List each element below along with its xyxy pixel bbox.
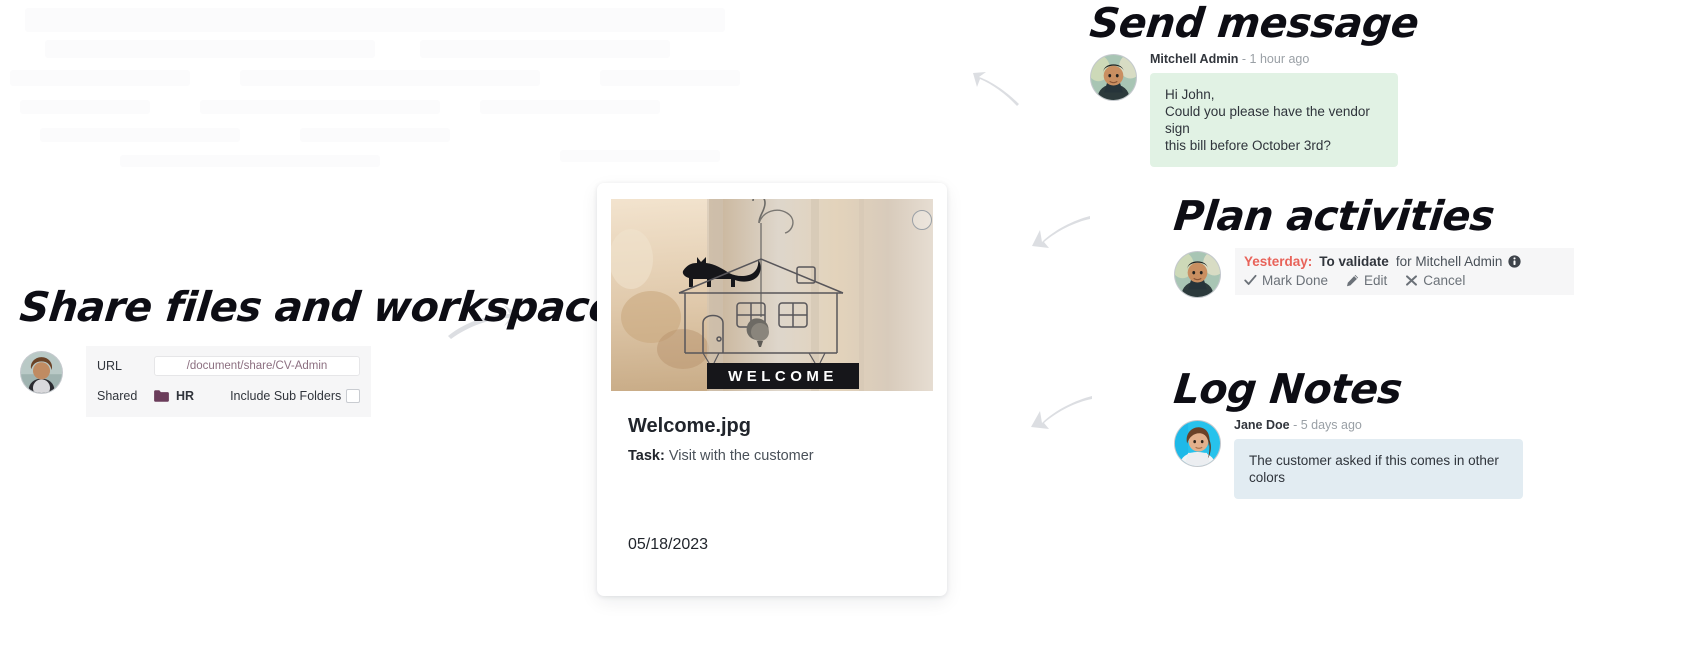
cancel-label: Cancel xyxy=(1423,273,1466,289)
log-note-meta: Jane Doe - 5 days ago xyxy=(1234,417,1574,433)
card-select-circle[interactable] xyxy=(912,210,932,230)
folder-icon xyxy=(154,390,169,402)
message-body: Mitchell Admin - 1 hour ago Hi John, Cou… xyxy=(1150,51,1560,168)
cross-icon xyxy=(1406,275,1418,286)
activity-actions: Mark Done Edit Cancel xyxy=(1244,273,1565,288)
mark-done-button[interactable]: Mark Done xyxy=(1244,273,1328,288)
plan-activities-section: Plan activities Yesterday: To validate f… xyxy=(1171,192,1574,299)
background-ghost-ui xyxy=(0,0,780,190)
activity-row: Yesterday: To validate for Mitchell Admi… xyxy=(1174,248,1574,299)
log-note-bubble: The customer asked if this comes in othe… xyxy=(1234,439,1523,500)
check-icon xyxy=(1244,275,1257,286)
include-sub-folders-label: Include Sub Folders xyxy=(230,389,342,403)
card-task-value: Visit with the customer xyxy=(668,448,814,464)
info-icon[interactable] xyxy=(1508,255,1522,268)
log-notes-title: Log Notes xyxy=(1171,365,1405,413)
share-row: URL /document/share/CV-Admin Shared HR I… xyxy=(20,346,540,417)
log-note-timestamp: - 5 days ago xyxy=(1293,418,1362,433)
edit-button[interactable]: Edit xyxy=(1346,273,1387,288)
plan-activities-title: Plan activities xyxy=(1171,192,1497,240)
activity-summary-line: Yesterday: To validate for Mitchell Admi… xyxy=(1244,254,1565,269)
log-note-author: Jane Doe xyxy=(1234,418,1290,433)
send-message-section: Send message Mitchell Admin - 1 hour ago… xyxy=(1087,0,1560,168)
pencil-icon xyxy=(1347,275,1359,287)
log-notes-section: Log Notes Jane Doe - 5 days ago The cust… xyxy=(1171,365,1574,500)
share-url-line: URL /document/share/CV-Admin xyxy=(97,355,360,377)
share-files-section: Share files and workspace URL /document/… xyxy=(17,283,619,417)
activity-assignee: for Mitchell Admin xyxy=(1395,254,1503,270)
card-task: Task: Visit with the customer xyxy=(628,448,814,464)
share-url-input[interactable]: /document/share/CV-Admin xyxy=(154,356,360,376)
message-bubble: Hi John, Could you please have the vendo… xyxy=(1150,73,1398,168)
share-url-label: URL xyxy=(97,359,123,373)
message-author-avatar xyxy=(1090,54,1137,102)
activity-assignee-avatar xyxy=(1174,251,1221,299)
log-note-row: Jane Doe - 5 days ago The customer asked… xyxy=(1174,417,1574,500)
share-shared-line: Shared HR Include Sub Folders xyxy=(97,385,360,407)
page-root: Share files and workspace URL /document/… xyxy=(0,0,1681,668)
share-shared-label: Shared xyxy=(97,389,138,403)
card-task-label: Task: xyxy=(628,448,665,464)
activity-due: Yesterday: xyxy=(1244,254,1313,270)
send-message-title: Send message xyxy=(1087,0,1421,47)
shared-folder-name[interactable]: HR xyxy=(176,389,194,403)
include-sub-folders-checkbox[interactable] xyxy=(346,389,360,403)
share-details-panel: URL /document/share/CV-Admin Shared HR I… xyxy=(86,346,371,417)
message-meta: Mitchell Admin - 1 hour ago xyxy=(1150,51,1560,67)
mark-done-label: Mark Done xyxy=(1262,273,1329,289)
edit-label: Edit xyxy=(1364,273,1388,289)
message-timestamp: - 1 hour ago xyxy=(1241,52,1310,67)
share-section-title: Share files and workspace xyxy=(17,283,619,331)
log-note-author-avatar xyxy=(1174,420,1221,468)
arrow-down-left-icon-2 xyxy=(1031,396,1092,429)
arrow-up-left-icon xyxy=(973,72,1019,106)
log-note-body: Jane Doe - 5 days ago The customer asked… xyxy=(1234,417,1574,500)
card-filename: Welcome.jpg xyxy=(628,415,751,437)
document-thumbnail: WELCOME xyxy=(611,199,933,391)
activity-panel: Yesterday: To validate for Mitchell Admi… xyxy=(1235,248,1574,296)
svg-text:WELCOME: WELCOME xyxy=(728,368,838,385)
card-date: 05/18/2023 xyxy=(628,536,709,553)
message-author: Mitchell Admin xyxy=(1150,52,1239,67)
document-card[interactable]: WELCOME Welcome.jpg Task: Visit with the… xyxy=(597,183,947,596)
share-user-avatar xyxy=(20,351,63,394)
cancel-button[interactable]: Cancel xyxy=(1405,273,1465,288)
message-row: Mitchell Admin - 1 hour ago Hi John, Cou… xyxy=(1090,51,1560,168)
arrow-down-left-icon xyxy=(1032,216,1090,248)
activity-summary: To validate xyxy=(1319,254,1389,270)
